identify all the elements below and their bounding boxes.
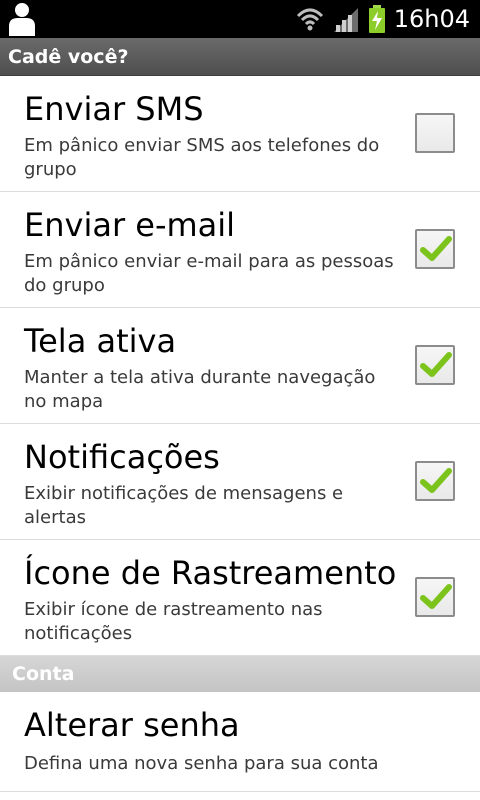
signal-icon (333, 8, 358, 32)
setting-enviar-sms[interactable]: Enviar SMS Em pânico enviar SMS aos tele… (0, 76, 480, 192)
setting-summary: Exibir ícone de rastreamento nas notific… (24, 599, 323, 644)
check-icon (420, 468, 452, 493)
setting-icone-rastreamento[interactable]: Ícone de Rastreamento Exibir ícone de ra… (0, 540, 480, 656)
status-bar: 16h04 (0, 0, 480, 38)
setting-title: Notificações (24, 438, 220, 476)
battery-charging-icon (368, 5, 385, 33)
check-icon (420, 584, 452, 609)
setting-tela-ativa[interactable]: Tela ativa Manter a tela ativa durante n… (0, 308, 480, 424)
tracking-icon-checkbox[interactable] (415, 577, 455, 617)
email-checkbox[interactable] (415, 229, 455, 269)
setting-notificacoes[interactable]: Notificações Exibir notificações de mens… (0, 424, 480, 540)
setting-alterar-senha[interactable]: Alterar senha Defina uma nova senha para… (0, 692, 480, 792)
wifi-icon (296, 8, 323, 31)
section-header-label: Conta (12, 663, 75, 685)
setting-summary: Manter a tela ativa durante navegação no… (24, 367, 376, 412)
person-icon (9, 3, 35, 36)
app-title-bar: Cadê você? (0, 38, 480, 76)
setting-summary: Exibir notificações de mensagens e alert… (24, 483, 344, 528)
setting-title: Alterar senha (24, 706, 240, 744)
check-icon (420, 352, 452, 377)
setting-title: Enviar SMS (24, 90, 204, 128)
setting-summary: Em pânico enviar e-mail para as pessoas … (24, 251, 394, 296)
setting-summary: Defina uma nova senha para sua conta (24, 753, 379, 774)
notifications-checkbox[interactable] (415, 461, 455, 501)
setting-title: Ícone de Rastreamento (24, 554, 397, 592)
setting-title: Tela ativa (24, 322, 177, 360)
sms-checkbox[interactable] (415, 113, 455, 153)
check-icon (420, 236, 452, 261)
screen-active-checkbox[interactable] (415, 345, 455, 385)
status-indicators: 16h04 (296, 0, 470, 38)
settings-list: Enviar SMS Em pânico enviar SMS aos tele… (0, 76, 480, 792)
setting-title: Enviar e-mail (24, 206, 236, 244)
section-header-conta: Conta (0, 656, 480, 692)
setting-summary: Em pânico enviar SMS aos telefones do gr… (24, 135, 380, 180)
setting-enviar-email[interactable]: Enviar e-mail Em pânico enviar e-mail pa… (0, 192, 480, 308)
status-time: 16h04 (393, 5, 470, 33)
app-title: Cadê você? (8, 46, 129, 68)
